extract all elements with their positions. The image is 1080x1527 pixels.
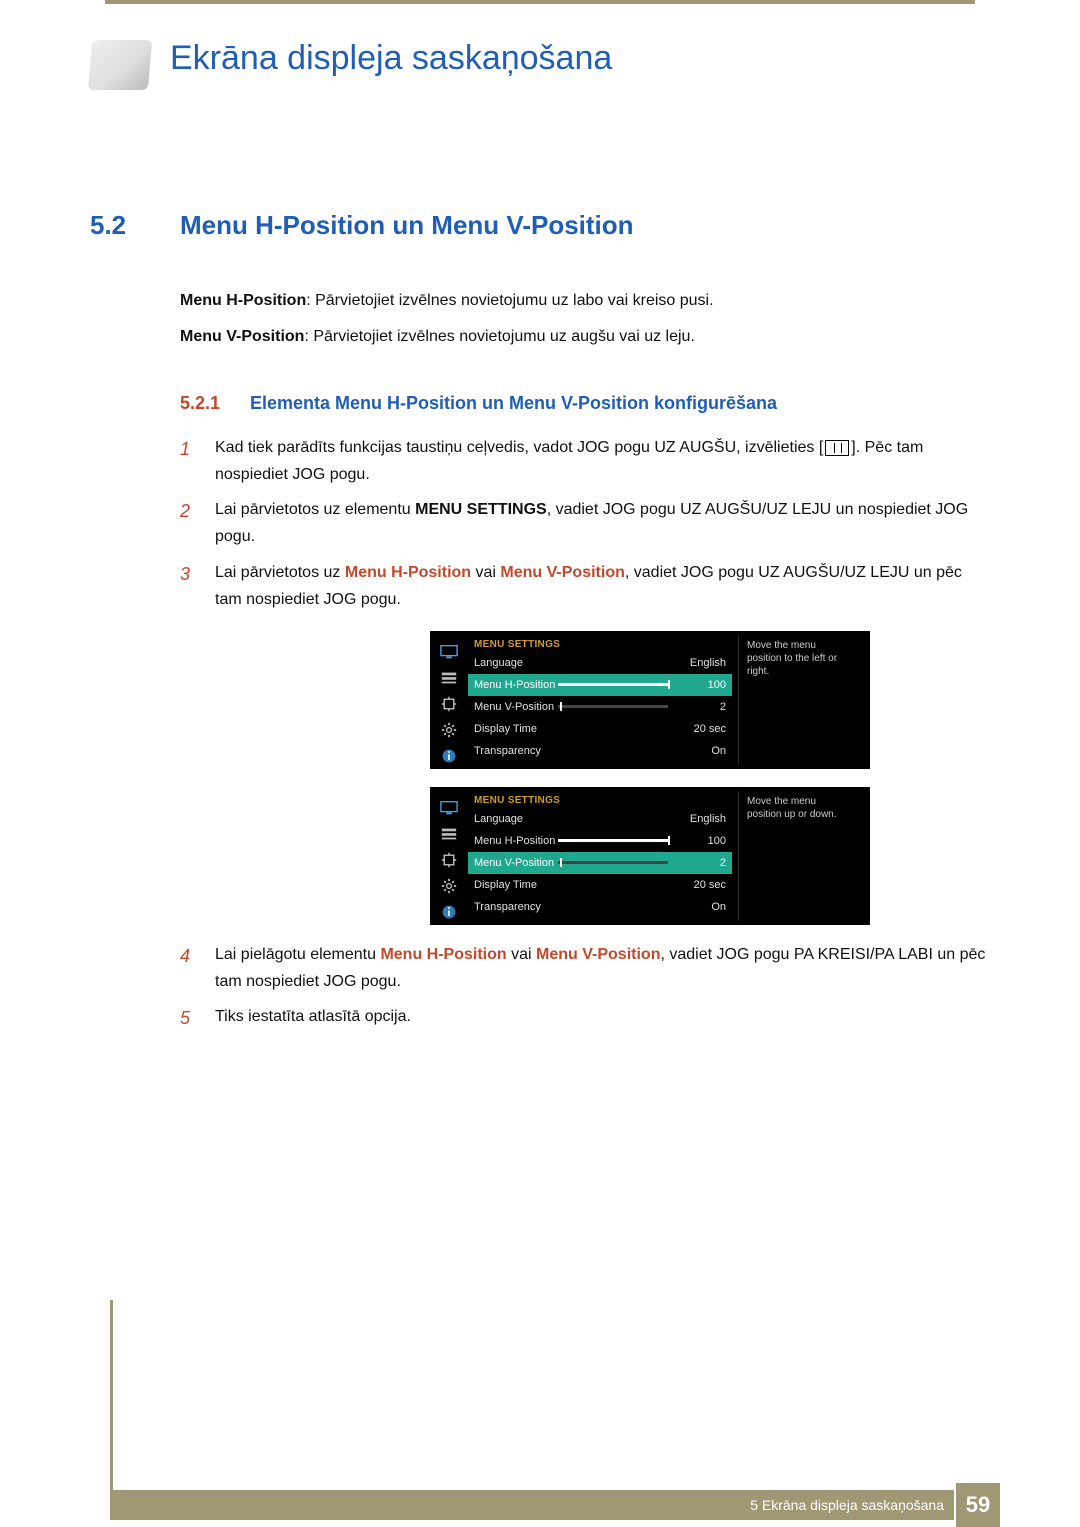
monitor-icon xyxy=(439,643,459,661)
intro-block: Menu H-Position: Pārvietojiet izvēlnes n… xyxy=(180,286,990,353)
intro-v-label: Menu V-Position xyxy=(180,328,304,345)
step3-orange1: Menu H-Position xyxy=(345,564,471,581)
step-4: 4 Lai pielāgotu elementu Menu H-Position… xyxy=(180,941,990,995)
osd-main: MENU SETTINGS Language English Menu H-Po… xyxy=(468,635,738,765)
step-number: 4 xyxy=(180,941,215,995)
osd-label: Menu V-Position xyxy=(474,857,558,869)
step4-text-a: Lai pielāgotu elementu xyxy=(215,946,380,963)
step2-text-a: Lai pārvietotos uz elementu xyxy=(215,501,415,518)
osd-label: Transparency xyxy=(474,901,678,913)
step-number: 1 xyxy=(180,434,215,488)
osd-slider xyxy=(558,705,668,708)
osd-row-vposition-selected: Menu V-Position 2 xyxy=(468,852,732,874)
osd-label: Language xyxy=(474,657,678,669)
step4-or: vai xyxy=(507,946,536,963)
osd-illustration-vposition: MENU SETTINGS Language English Menu H-Po… xyxy=(430,787,870,925)
osd-row-display-time: Display Time 20 sec xyxy=(468,874,732,896)
osd-sidebar xyxy=(430,635,468,765)
osd-row-display-time: Display Time 20 sec xyxy=(468,718,732,740)
osd-sidebar xyxy=(430,791,468,921)
subsection-title: Elementa Menu H-Position un Menu V-Posit… xyxy=(250,393,777,414)
page-footer: 5 Ekrāna displeja saskaņošana 59 xyxy=(0,1483,1080,1527)
step1-text-a: Kad tiek parādīts funkcijas taustiņu ceļ… xyxy=(215,439,823,456)
osd-row-language: Language English xyxy=(468,808,732,830)
osd-value: 20 sec xyxy=(678,879,726,891)
gear-icon xyxy=(439,721,459,739)
subsection-header: 5.2.1 Elementa Menu H-Position un Menu V… xyxy=(180,393,990,414)
intro-h-label: Menu H-Position xyxy=(180,292,306,309)
section-number: 5.2 xyxy=(90,210,180,241)
step-number: 5 xyxy=(180,1003,215,1034)
osd-header: MENU SETTINGS xyxy=(468,791,732,808)
osd-header: MENU SETTINGS xyxy=(468,635,732,652)
osd-description: Move the menu position to the left or ri… xyxy=(738,635,858,765)
step3-text-a: Lai pārvietotos uz xyxy=(215,564,345,581)
intro-v-desc: : Pārvietojiet izvēlnes novietojumu uz a… xyxy=(304,328,694,345)
osd-value: 100 xyxy=(678,835,726,847)
steps-list: 1 Kad tiek parādīts funkcijas taustiņu c… xyxy=(180,434,990,1034)
section-header: 5.2 Menu H-Position un Menu V-Position xyxy=(90,210,990,241)
list-icon xyxy=(439,669,459,687)
osd-row-vposition: Menu V-Position 2 xyxy=(468,696,732,718)
osd-row-transparency: Transparency On xyxy=(468,896,732,918)
step3-orange2: Menu V-Position xyxy=(500,564,624,581)
osd-slider xyxy=(558,683,668,686)
osd-row-language: Language English xyxy=(468,652,732,674)
osd-label: Display Time xyxy=(474,879,678,891)
osd-row-hposition: Menu H-Position 100 xyxy=(468,830,732,852)
osd-label: Menu H-Position xyxy=(474,835,558,847)
osd-row-transparency: Transparency On xyxy=(468,740,732,762)
osd-value: 2 xyxy=(678,701,726,713)
osd-value: On xyxy=(678,901,726,913)
step-3: 3 Lai pārvietotos uz Menu H-Position vai… xyxy=(180,559,990,613)
menu-icon xyxy=(825,440,849,456)
osd-slider xyxy=(558,861,668,864)
step4-orange1: Menu H-Position xyxy=(380,946,506,963)
osd-value: English xyxy=(678,813,726,825)
osd-illustration-hposition: MENU SETTINGS Language English Menu H-Po… xyxy=(430,631,870,769)
step-1: 1 Kad tiek parādīts funkcijas taustiņu c… xyxy=(180,434,990,488)
osd-label: Menu H-Position xyxy=(474,679,558,691)
chapter-header: Ekrāna displeja saskaņošana xyxy=(90,40,990,90)
resize-icon xyxy=(439,695,459,713)
resize-icon xyxy=(439,851,459,869)
monitor-icon xyxy=(439,799,459,817)
step3-or: vai xyxy=(471,564,500,581)
chapter-title: Ekrāna displeja saskaņošana xyxy=(170,40,612,77)
footer-chapter-ref: 5 Ekrāna displeja saskaņošana xyxy=(110,1490,954,1520)
list-icon xyxy=(439,825,459,843)
info-icon xyxy=(439,903,459,921)
step-5: 5 Tiks iestatīta atlasītā opcija. xyxy=(180,1003,990,1034)
osd-value: 20 sec xyxy=(678,723,726,735)
osd-value: 2 xyxy=(678,857,726,869)
osd-label: Language xyxy=(474,813,678,825)
section-title: Menu H-Position un Menu V-Position xyxy=(180,210,634,241)
step-number: 3 xyxy=(180,559,215,613)
osd-value: English xyxy=(678,657,726,669)
chapter-badge-icon xyxy=(90,40,150,90)
osd-value: 100 xyxy=(678,679,726,691)
step4-orange2: Menu V-Position xyxy=(536,946,660,963)
osd-label: Display Time xyxy=(474,723,678,735)
subsection-number: 5.2.1 xyxy=(180,393,250,414)
step5-text: Tiks iestatīta atlasītā opcija. xyxy=(215,1008,411,1025)
osd-label: Transparency xyxy=(474,745,678,757)
step2-bold: MENU SETTINGS xyxy=(415,501,547,518)
osd-description: Move the menu position up or down. xyxy=(738,791,858,921)
osd-value: On xyxy=(678,745,726,757)
sidebar-stroke xyxy=(110,1300,113,1490)
step-2: 2 Lai pārvietotos uz elementu MENU SETTI… xyxy=(180,496,990,550)
info-icon xyxy=(439,747,459,765)
osd-main: MENU SETTINGS Language English Menu H-Po… xyxy=(468,791,738,921)
gear-icon xyxy=(439,877,459,895)
intro-h-desc: : Pārvietojiet izvēlnes novietojumu uz l… xyxy=(306,292,713,309)
page-number: 59 xyxy=(956,1483,1000,1527)
osd-slider xyxy=(558,839,668,842)
step-number: 2 xyxy=(180,496,215,550)
osd-row-hposition-selected: Menu H-Position 100 xyxy=(468,674,732,696)
osd-label: Menu V-Position xyxy=(474,701,558,713)
